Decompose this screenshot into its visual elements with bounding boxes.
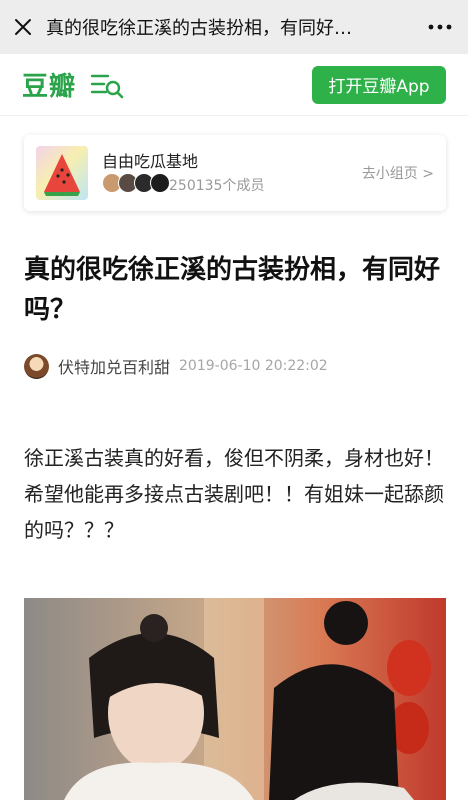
group-thumbnail (36, 146, 88, 200)
open-app-button[interactable]: 打开豆瓣App (312, 65, 446, 104)
goto-group-link[interactable]: 去小组页 > (362, 163, 434, 183)
post-body: 徐正溪古装真的好看，俊但不阴柔，身材也好！希望他能再多接点古装剧吧！！有姐妹一起… (24, 446, 444, 542)
page-title: 真的很吃徐正溪的古装扮相，有同好… (46, 18, 352, 39)
member-avatars (102, 173, 170, 193)
site-header: 豆瓣 打开豆瓣App (0, 54, 468, 116)
more-icon[interactable] (412, 0, 468, 54)
author-avatar[interactable] (24, 353, 49, 379)
menu-search-icon[interactable] (90, 70, 124, 100)
group-card[interactable]: 自由吃瓜基地 250135个成员 去小组页 > (24, 135, 446, 211)
author-name[interactable]: 伏特加兑百利甜 (58, 354, 170, 378)
member-count: 250135个成员 (169, 178, 265, 194)
post-image[interactable] (24, 598, 446, 800)
post-title: 真的很吃徐正溪的古装扮相，有同好吗？ (24, 255, 441, 325)
author-row: 伏特加兑百利甜 2019-06-10 20:22:02 (24, 353, 328, 379)
top-bar: 真的很吃徐正溪的古装扮相，有同好… (0, 0, 468, 54)
avatar (150, 173, 170, 193)
post-time: 2019-06-10 20:22:02 (179, 358, 328, 374)
douban-logo[interactable]: 豆瓣 (22, 66, 76, 103)
close-icon[interactable] (0, 0, 46, 54)
group-name: 自由吃瓜基地 (102, 152, 199, 171)
